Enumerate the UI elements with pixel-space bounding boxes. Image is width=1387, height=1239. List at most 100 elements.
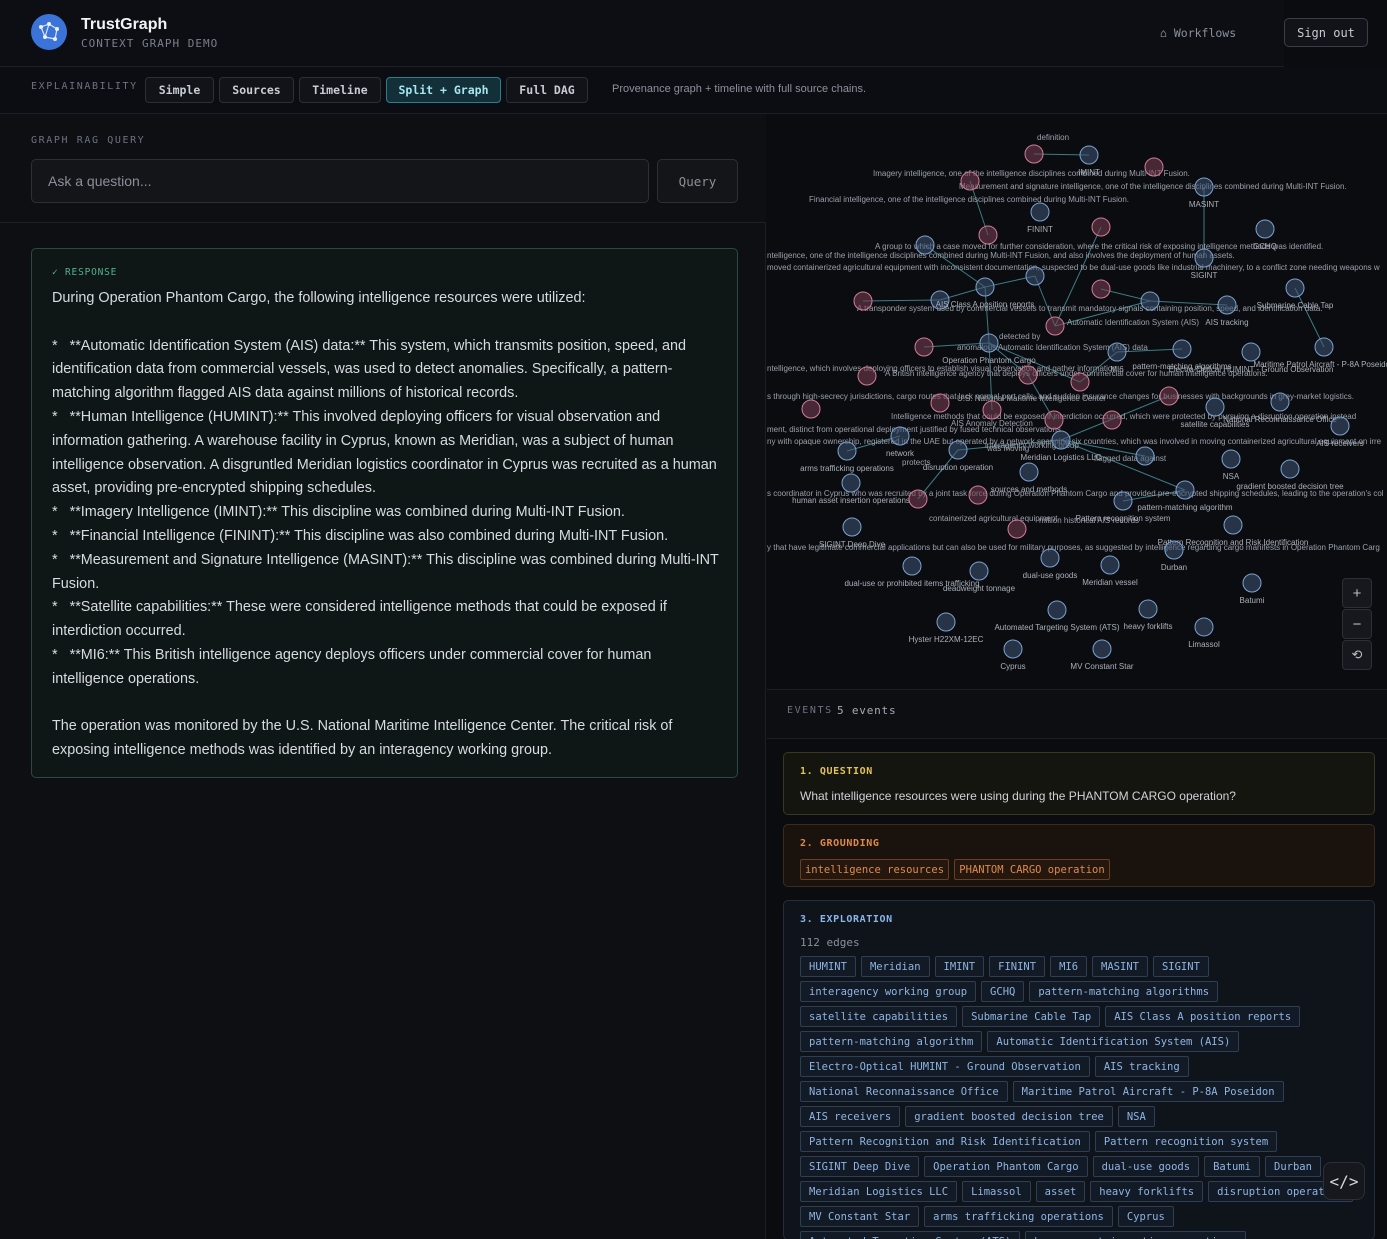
graph-node-circle[interactable] — [1223, 515, 1243, 535]
tab-split-graph[interactable]: Split + Graph — [386, 77, 501, 103]
exploration-tag[interactable]: arms trafficking operations — [924, 1206, 1113, 1227]
graph-node-circle[interactable] — [1070, 372, 1090, 392]
grounding-tag[interactable]: PHANTOM CARGO operation — [954, 859, 1110, 880]
graph-literal-node[interactable] — [1007, 519, 1027, 539]
graph-entity-node[interactable]: NSA — [1221, 449, 1241, 481]
graph-node-circle[interactable] — [890, 426, 910, 446]
graph-literal-node[interactable] — [801, 399, 821, 419]
event-grounding[interactable]: 2. GROUNDING intelligence resources PHAN… — [783, 824, 1375, 887]
exploration-tag[interactable]: Automatic Identification System (AIS) — [987, 1031, 1240, 1052]
graph-node-circle[interactable] — [1314, 337, 1334, 357]
graph-node-circle[interactable] — [1159, 386, 1179, 406]
view-code-button[interactable]: </> — [1323, 1162, 1365, 1200]
reset-view-icon[interactable]: ⟲ — [1342, 640, 1372, 670]
graph-entity-node[interactable]: heavy forklifts — [1124, 599, 1173, 631]
exploration-tag[interactable]: Meridian Logistics LLC — [800, 1181, 958, 1202]
exploration-tag[interactable]: SIGINT — [1152, 956, 1209, 977]
exploration-tag[interactable]: MI6 — [1050, 956, 1088, 977]
graph-node-circle[interactable] — [1194, 248, 1214, 268]
graph-literal-node[interactable] — [1091, 279, 1111, 299]
graph-node-circle[interactable] — [1175, 480, 1195, 500]
graph-node-circle[interactable] — [969, 561, 989, 581]
exploration-tag[interactable]: asset — [1035, 1181, 1086, 1202]
graph-node-circle[interactable] — [1025, 266, 1045, 286]
exploration-tag[interactable]: AIS tracking — [1094, 1056, 1189, 1077]
graph-node-circle[interactable] — [978, 225, 998, 245]
exploration-tag[interactable]: Maritime Patrol Aircraft - P-8A Poseidon — [1012, 1081, 1284, 1102]
exploration-tag[interactable]: Limassol — [962, 1181, 1031, 1202]
graph-entity-node[interactable]: Hyster H22XM-12EC — [909, 612, 984, 644]
graph-node-circle[interactable] — [975, 277, 995, 297]
graph-node-circle[interactable] — [1285, 278, 1305, 298]
graph-node-circle[interactable] — [1164, 540, 1184, 560]
graph-node-circle[interactable] — [1194, 617, 1214, 637]
tab-sources[interactable]: Sources — [219, 77, 294, 103]
exploration-tag[interactable]: AIS Class A position reports — [1105, 1006, 1301, 1027]
graph-node-circle[interactable] — [1044, 410, 1064, 430]
graph-node-circle[interactable] — [948, 440, 968, 460]
graph-node-circle[interactable] — [936, 612, 956, 632]
query-button[interactable]: Query — [657, 159, 738, 203]
exploration-tag[interactable]: interagency working group — [800, 981, 977, 1002]
graph-node-circle[interactable] — [902, 556, 922, 576]
exploration-tag[interactable]: human asset insertion operations — [1025, 1231, 1246, 1239]
graph-node-circle[interactable] — [837, 441, 857, 461]
exploration-tag[interactable]: IMINT — [934, 956, 985, 977]
zoom-out-button[interactable]: − — [1342, 609, 1372, 639]
graph-literal-node[interactable] — [1091, 217, 1111, 237]
tab-full-dag[interactable]: Full DAG — [506, 77, 588, 103]
exploration-tag[interactable]: gradient boosted decision tree — [905, 1106, 1113, 1127]
graph-node-circle[interactable] — [1205, 397, 1225, 417]
graph-literal-node[interactable] — [930, 393, 950, 413]
graph-literal-node[interactable] — [960, 171, 980, 191]
graph-entity-node[interactable]: Meridian vessel — [1082, 555, 1138, 587]
graph-entity-node[interactable] — [1140, 291, 1160, 311]
graph-entity-node[interactable]: MI6 — [1107, 342, 1127, 374]
exploration-tag[interactable]: Operation Phantom Cargo — [924, 1156, 1088, 1177]
graph-entity-node[interactable]: Batumi — [1240, 573, 1265, 605]
graph-node-circle[interactable] — [979, 333, 999, 353]
graph-literal-node[interactable] — [968, 485, 988, 505]
event-question[interactable]: 1. QUESTION What intelligence resources … — [783, 752, 1375, 815]
exploration-tag[interactable]: AIS receivers — [800, 1106, 901, 1127]
graph-node-circle[interactable] — [1030, 202, 1050, 222]
graph-entity-node[interactable] — [915, 235, 935, 255]
graph-entity-node[interactable]: Automated Targeting System (ATS) — [994, 600, 1120, 632]
graph-node-circle[interactable] — [1241, 342, 1261, 362]
graph-node-circle[interactable] — [1040, 548, 1060, 568]
exploration-tag[interactable]: pattern-matching algorithms — [1029, 981, 1219, 1002]
graph-entity-node[interactable]: FININT — [1027, 202, 1053, 234]
graph-node-circle[interactable] — [853, 291, 873, 311]
graph-node-circle[interactable] — [841, 473, 861, 493]
graph-node-circle[interactable] — [1051, 430, 1071, 450]
graph-entity-node[interactable]: IMINT — [1078, 145, 1100, 177]
graph-entity-node[interactable] — [1135, 446, 1155, 466]
grounding-tag[interactable]: intelligence resources — [800, 859, 949, 880]
graph-node-circle[interactable] — [968, 485, 988, 505]
exploration-tag[interactable]: FININT — [989, 956, 1046, 977]
exploration-tag[interactable]: dual-use goods — [1092, 1156, 1200, 1177]
sign-out-button[interactable]: Sign out — [1284, 18, 1368, 47]
exploration-tag[interactable]: Batumi — [1204, 1156, 1261, 1177]
graph-literal-node[interactable] — [1045, 316, 1065, 336]
exploration-tag[interactable]: satellite capabilities — [800, 1006, 958, 1027]
exploration-tag[interactable]: Electro-Optical HUMINT - Ground Observat… — [800, 1056, 1090, 1077]
graph-literal-node[interactable] — [1024, 144, 1044, 164]
graph-node-circle[interactable] — [1144, 157, 1164, 177]
graph-node-circle[interactable] — [930, 393, 950, 413]
exploration-tag[interactable]: pattern-matching algorithm — [800, 1031, 983, 1052]
workflows-link[interactable]: ⌂ Workflows — [1160, 26, 1236, 40]
graph-literal-node[interactable] — [1018, 365, 1038, 385]
graph-literal-node[interactable] — [1044, 410, 1064, 430]
question-input[interactable] — [31, 159, 649, 203]
graph-node-circle[interactable] — [1280, 459, 1300, 479]
graph-entity-node[interactable]: GCHQ — [1253, 219, 1277, 251]
graph-entity-node[interactable]: gradient boosted decision tree — [1236, 459, 1344, 491]
tab-simple[interactable]: Simple — [145, 77, 214, 103]
exploration-tag[interactable]: NSA — [1117, 1106, 1155, 1127]
graph-node-circle[interactable] — [801, 399, 821, 419]
graph-node-circle[interactable] — [1135, 446, 1155, 466]
graph-node-circle[interactable] — [857, 366, 877, 386]
graph-literal-node[interactable] — [857, 366, 877, 386]
graph-entity-node[interactable]: Limassol — [1188, 617, 1220, 649]
